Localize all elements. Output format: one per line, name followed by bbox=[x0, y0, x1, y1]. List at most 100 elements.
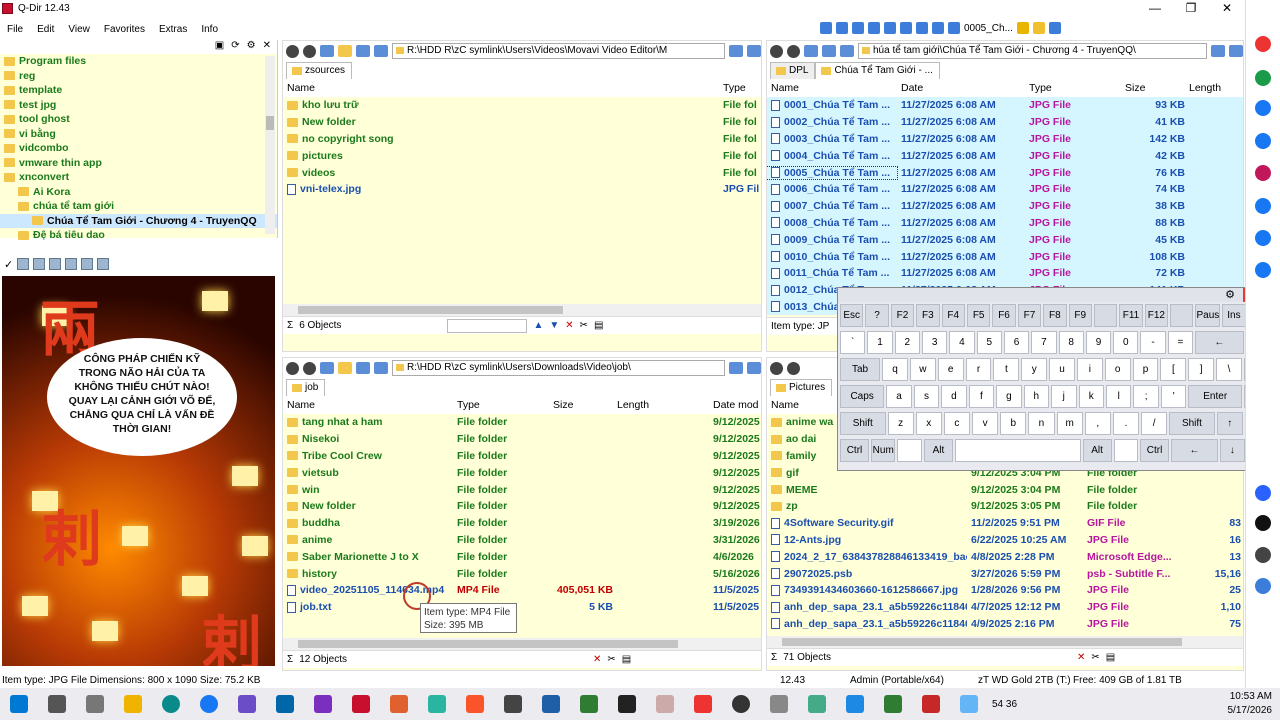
key[interactable]: e bbox=[937, 358, 964, 381]
app-icon[interactable] bbox=[618, 695, 636, 713]
column-size[interactable]: Size bbox=[549, 399, 613, 411]
app-icon[interactable] bbox=[846, 695, 864, 713]
layout-icon[interactable] bbox=[916, 22, 928, 34]
app-icon[interactable] bbox=[1255, 578, 1271, 594]
app-icon[interactable] bbox=[314, 695, 332, 713]
key[interactable]: j bbox=[1051, 385, 1077, 408]
back-button[interactable] bbox=[770, 361, 783, 375]
column-name[interactable]: Name bbox=[767, 82, 897, 94]
key[interactable]: w bbox=[909, 358, 936, 381]
list-item[interactable]: vni-telex.jpg JPG File bbox=[283, 181, 761, 198]
menu-item[interactable]: View bbox=[61, 24, 97, 35]
cut-icon[interactable]: ✂ bbox=[580, 320, 588, 331]
table-row[interactable]: zp 9/12/2025 3:05 PM File folder bbox=[767, 498, 1243, 515]
key[interactable]: F11 bbox=[1119, 304, 1143, 327]
tree-item[interactable]: chúa tể tam giới bbox=[0, 199, 277, 214]
key[interactable]: = bbox=[1167, 331, 1194, 354]
table-row[interactable]: 0003_Chúa Tể Tam ... 11/27/2025 6:08 AM JP… bbox=[767, 130, 1243, 148]
table-row[interactable]: 0006_Chúa Tể Tam ... 11/27/2025 6:08 AM JP… bbox=[767, 180, 1243, 198]
delete-icon[interactable]: ✕ bbox=[593, 654, 601, 665]
key[interactable]: b bbox=[1000, 412, 1027, 435]
back-button[interactable] bbox=[286, 361, 299, 375]
list-item[interactable]: pictures File fol bbox=[283, 147, 761, 164]
delete-icon[interactable]: ✕ bbox=[565, 320, 573, 331]
app-icon[interactable] bbox=[1255, 165, 1271, 181]
table-row[interactable]: 0011_Chúa Tể Tam ... 11/27/2025 6:08 AM JP… bbox=[767, 264, 1243, 282]
key[interactable]: 1 bbox=[867, 331, 893, 354]
key[interactable] bbox=[897, 439, 922, 462]
refresh-icon[interactable] bbox=[840, 45, 854, 57]
vscode-icon[interactable] bbox=[276, 695, 294, 713]
table-row[interactable]: 0004_Chúa Tể Tam ... 11/27/2025 6:08 AM JP… bbox=[767, 147, 1243, 165]
forward-button[interactable] bbox=[303, 44, 316, 58]
column-length[interactable]: Length bbox=[613, 399, 709, 411]
folder-icon[interactable] bbox=[338, 45, 352, 57]
key[interactable]: 7 bbox=[1031, 331, 1057, 354]
key[interactable] bbox=[1170, 304, 1194, 327]
cut-icon[interactable]: ✂ bbox=[607, 654, 615, 665]
key[interactable]: a bbox=[886, 385, 912, 408]
monitor-icon[interactable] bbox=[729, 45, 743, 57]
monitor-icon[interactable] bbox=[1229, 45, 1243, 57]
tab-zsources[interactable]: zsources bbox=[286, 62, 353, 79]
key[interactable]: f bbox=[968, 385, 995, 408]
qdir-icon[interactable] bbox=[352, 695, 370, 713]
check-icon[interactable]: ✓ bbox=[4, 258, 13, 271]
table-row[interactable]: 0007_Chúa Tể Tam ... 11/27/2025 6:08 AM JP… bbox=[767, 197, 1243, 215]
back-button[interactable] bbox=[770, 44, 783, 58]
column-type[interactable]: Type bbox=[453, 399, 549, 411]
key[interactable]: Ins bbox=[1222, 304, 1246, 327]
table-row[interactable]: vietsub File folder 9/12/2025 bbox=[283, 464, 761, 481]
list-item[interactable]: no copyright song File fol bbox=[283, 131, 761, 148]
key[interactable]: n bbox=[1028, 412, 1055, 435]
delete-icon[interactable]: ✕ bbox=[1077, 652, 1085, 663]
key[interactable]: o bbox=[1104, 358, 1131, 381]
close-icon[interactable]: ✕ bbox=[263, 40, 271, 54]
facebook-icon[interactable] bbox=[1255, 198, 1271, 214]
table-row[interactable]: anh_dep_sapa_23.1_a5b59226c11840a... 4/7/… bbox=[767, 599, 1243, 616]
key[interactable]: F3 bbox=[916, 304, 940, 327]
forward-button[interactable] bbox=[787, 361, 800, 375]
address-bar[interactable]: R:\HDD R\zC symlink\Users\Downloads\Vide… bbox=[392, 360, 725, 376]
app-icon[interactable] bbox=[542, 695, 560, 713]
tree-item[interactable]: vi bằng bbox=[0, 127, 277, 142]
table-row[interactable]: win File folder 9/12/2025 bbox=[283, 481, 761, 498]
tab-pictures[interactable]: Pictures bbox=[770, 379, 833, 396]
minimize-button[interactable]: — bbox=[1137, 0, 1173, 18]
table-row[interactable]: 0008_Chúa Tể Tam ... 11/27/2025 6:08 AM JP… bbox=[767, 214, 1243, 232]
column-name[interactable]: Name bbox=[283, 399, 453, 411]
key[interactable]: y bbox=[1021, 358, 1048, 381]
key[interactable]: ↑ bbox=[1216, 412, 1243, 435]
layout-icon[interactable] bbox=[900, 22, 912, 34]
table-row[interactable]: 0002_Chúa Tể Tam ... 11/27/2025 6:08 AM JP… bbox=[767, 113, 1243, 131]
key[interactable]: Alt bbox=[1082, 439, 1112, 462]
key[interactable]: 0 bbox=[1113, 331, 1139, 354]
column-type[interactable]: Type bbox=[1025, 82, 1121, 94]
key[interactable]: 5 bbox=[976, 331, 1002, 354]
tree-item[interactable]: Chúa Tể Tam Giới - Chương 4 - TruyenQQ bbox=[0, 213, 277, 228]
facebook-icon[interactable] bbox=[1255, 100, 1271, 116]
key[interactable]: 9 bbox=[1085, 331, 1112, 354]
app-icon[interactable] bbox=[808, 695, 826, 713]
view-icon[interactable] bbox=[356, 45, 370, 57]
key[interactable]: p bbox=[1132, 358, 1159, 381]
pin-icon[interactable]: ▣ bbox=[215, 40, 224, 54]
key[interactable]: d bbox=[941, 385, 967, 408]
back-button[interactable] bbox=[286, 44, 299, 58]
app-icon[interactable] bbox=[1255, 70, 1271, 86]
column-date[interactable]: Date bbox=[897, 82, 1025, 94]
tree-item[interactable]: tool ghost bbox=[0, 112, 277, 127]
menu-item[interactable]: Favorites bbox=[97, 24, 152, 35]
key[interactable]: - bbox=[1140, 331, 1166, 354]
layout-icon[interactable] bbox=[868, 22, 880, 34]
app-icon[interactable] bbox=[1255, 485, 1271, 501]
layout-icon[interactable] bbox=[884, 22, 896, 34]
list-item[interactable]: kho lưu trữ File fol bbox=[283, 97, 761, 114]
refresh-icon[interactable] bbox=[374, 45, 388, 57]
key[interactable]: k bbox=[1078, 385, 1104, 408]
cut-icon[interactable]: ✂ bbox=[1091, 652, 1099, 663]
view-icon[interactable] bbox=[356, 362, 370, 374]
up-icon[interactable] bbox=[320, 362, 334, 374]
key[interactable]: ] bbox=[1188, 358, 1215, 381]
view-icon[interactable] bbox=[49, 258, 62, 270]
